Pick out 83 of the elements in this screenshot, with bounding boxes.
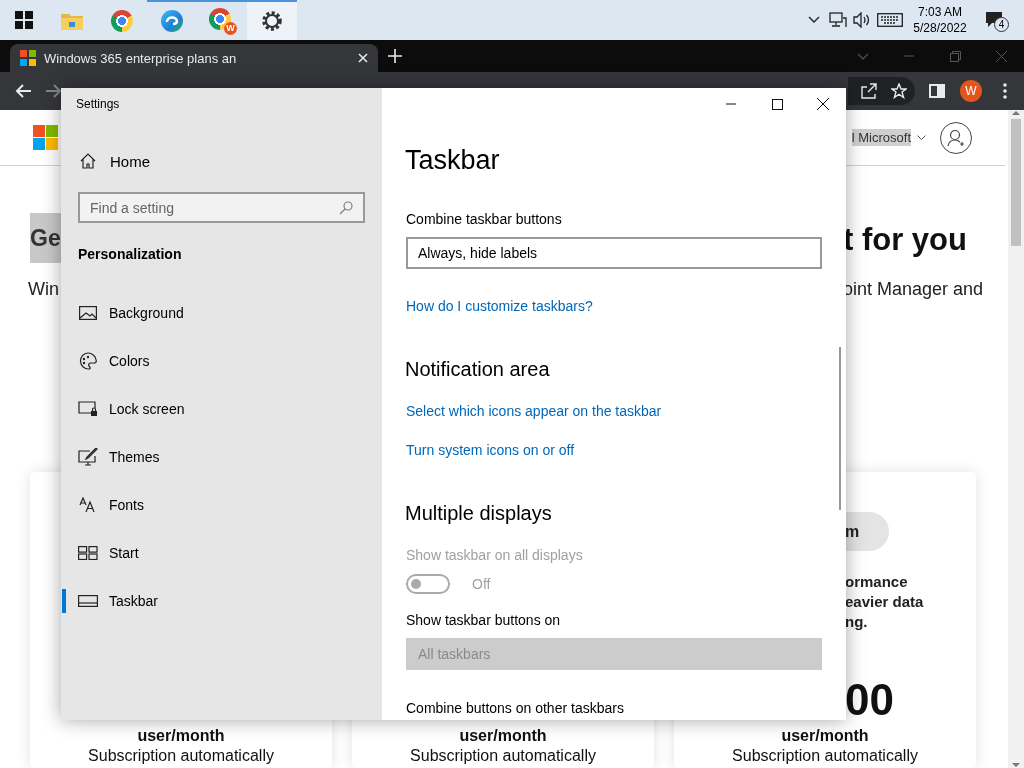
scroll-down-icon [1012,763,1020,768]
toggle-state-label: Off [472,576,491,592]
section-title: Personalization [78,245,183,264]
start-tiles-icon [78,546,98,560]
forward-arrow-icon [45,84,62,98]
picture-icon [79,305,97,321]
themes-icon [78,448,98,466]
browser-tab[interactable]: Windows 365 enterprise plans an [10,44,378,72]
search-icon [339,201,353,215]
close-icon [817,98,829,110]
chevron-down-icon [917,134,926,141]
link[interactable]: Turn system icons on or off [406,440,575,460]
scrollbar[interactable] [1008,110,1024,768]
section-heading: Multiple displays [405,502,552,524]
taskbar-app-button[interactable] [247,0,297,40]
profile-avatar[interactable]: W [960,80,982,102]
keyboard-icon [877,13,903,27]
plan-button[interactable]: m [845,512,889,551]
search-field[interactable]: Find a setting [78,192,365,223]
chevron-down-icon [857,52,869,60]
window-title: Settings [76,97,120,111]
account-link[interactable]: l Microsoft [851,129,911,146]
fonts-icon [79,497,97,513]
volume-icon [853,12,871,28]
setting-label: Combine buttons on other taskbars [406,700,624,716]
lock-screen-icon [78,401,98,417]
nav-item[interactable]: Background [61,289,382,337]
close-icon [995,50,1007,62]
chrome-icon [111,10,133,32]
scrollbar-thumb[interactable] [839,347,841,510]
price-unit: user/month [780,726,870,746]
close-icon [358,53,368,63]
home-icon [80,153,96,169]
back-arrow-icon [14,84,31,98]
subscription-note: Subscription automatically [731,746,919,766]
nav-item[interactable]: Taskbar [61,577,382,625]
star-icon [891,83,907,99]
plan-price: 00 [845,676,895,724]
edge-icon [160,9,184,33]
scrollbar-thumb[interactable] [1011,119,1021,246]
plan-description: ormance eavier data ng. [845,572,925,632]
windows-start-icon [14,11,33,29]
network-icon [829,12,847,28]
nav-item[interactable]: Colors [61,337,382,385]
microsoft-logo-icon [20,50,36,66]
address-bar[interactable] [848,77,915,105]
page-title: Taskbar [405,144,501,177]
settings-icon [261,10,283,32]
section-heading: Notification area [405,358,550,380]
dropdown[interactable]: Always, hide labels [406,237,822,269]
page-heading: Ge [30,213,61,263]
price-unit: user/month [136,726,226,746]
nav-item[interactable]: Themes [61,433,382,481]
nav-item[interactable]: Start [61,529,382,577]
more-menu-icon [1003,83,1007,99]
plus-icon [388,49,402,63]
notification-count: 4 [994,17,1009,32]
user-icon [947,128,965,147]
side-panel-icon [929,84,945,98]
subscription-note: Subscription automatically [409,746,597,766]
minimize-icon [726,103,736,105]
home-link[interactable]: Home [110,152,150,170]
minimize-icon [904,55,914,57]
clock[interactable]: 7:03 AM 5/28/2022 [906,4,974,36]
link[interactable]: How do I customize taskbars? [406,296,593,316]
link[interactable]: Select which icons appear on the taskbar [406,401,662,421]
chevron-up-icon [808,16,820,24]
setting-label: Combine taskbar buttons [406,211,562,227]
restore-icon [949,50,961,62]
nav-item[interactable]: Fonts [61,481,382,529]
profile-badge: W [224,22,237,35]
taskbar-icon [78,595,98,607]
share-icon [861,83,877,99]
palette-icon [79,352,97,370]
subscription-note: Subscription automatically [87,746,275,766]
setting-label: Show taskbar buttons on [406,612,561,628]
microsoft-logo-icon [33,125,58,150]
nav-item[interactable]: Lock screen [61,385,382,433]
maximize-icon [771,98,783,110]
price-unit: user/month [458,726,548,746]
folder-icon [60,11,84,31]
setting-label: Show taskbar on all displays [406,547,583,563]
page-intro-text: Win [28,279,60,300]
